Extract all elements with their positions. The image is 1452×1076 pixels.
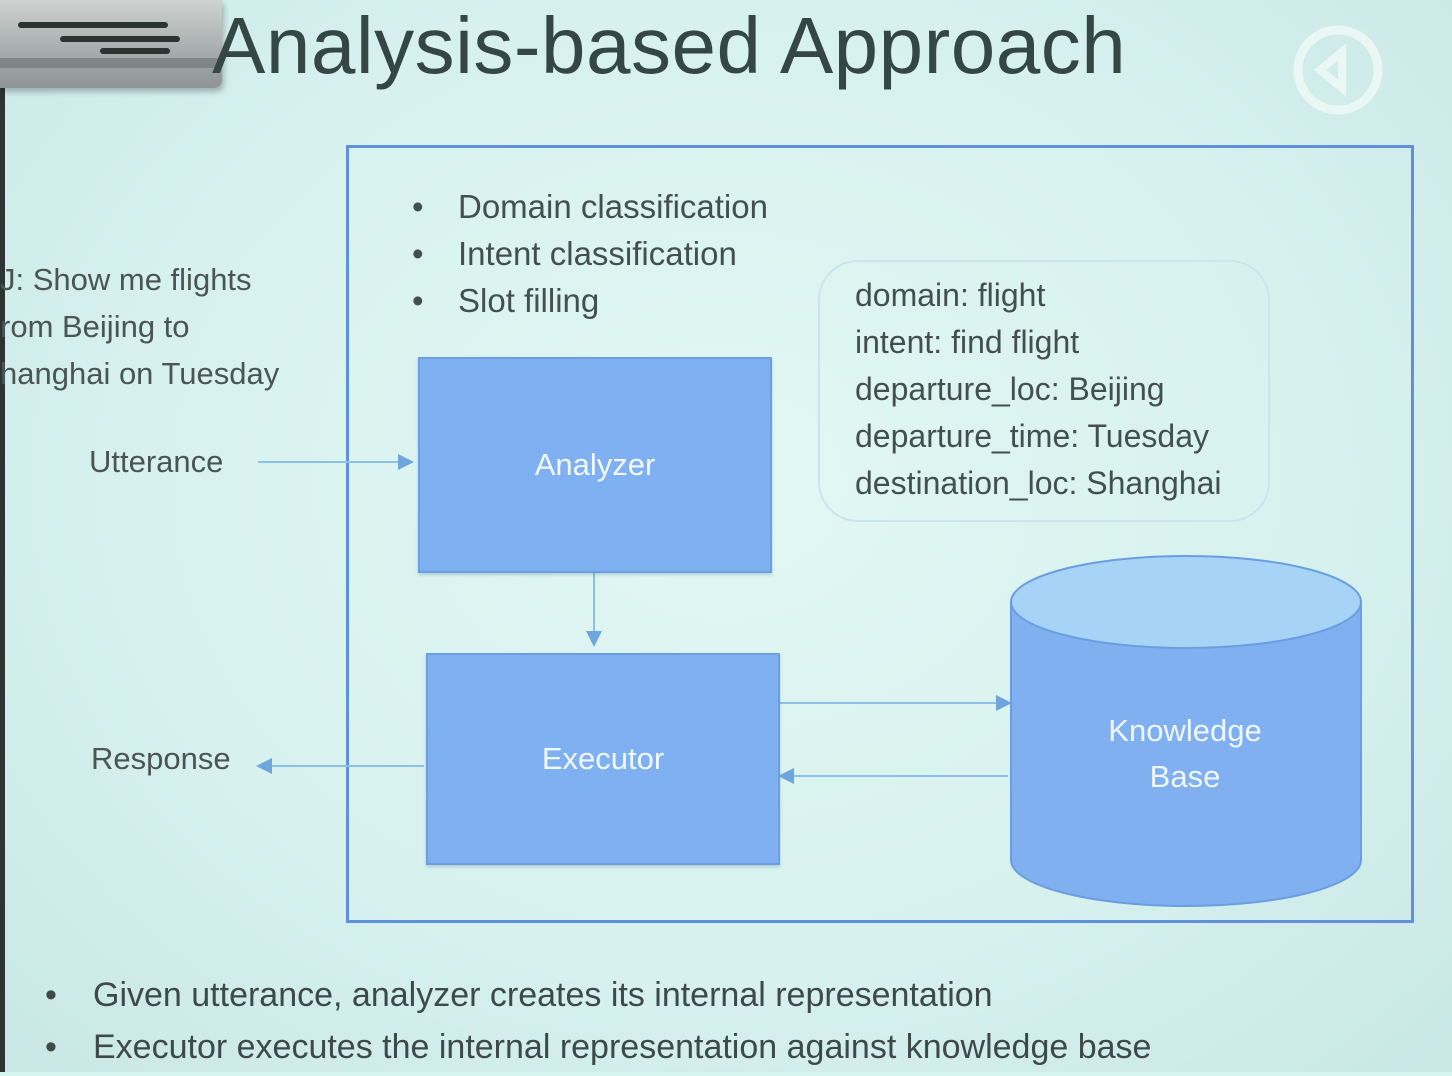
notes-list: Given utterance, analyzer creates its in…: [45, 972, 1151, 1076]
projector-strip: [0, 58, 222, 68]
user-query-line: hanghai on Tuesday: [0, 356, 280, 391]
user-query-line: J: Show me flights: [0, 262, 252, 297]
analyzer-label: Analyzer: [534, 447, 656, 482]
representation-line: departure_time: Tuesday: [855, 418, 1209, 454]
user-query-line: rom Beijing to: [0, 309, 190, 344]
representation-line: destination_loc: Shanghai: [855, 465, 1222, 501]
projector-cable: [18, 22, 168, 28]
note-item: Given utterance, analyzer creates its in…: [45, 972, 1151, 1024]
executor-box: Executor: [426, 653, 780, 865]
method-item: Slot filling: [412, 280, 768, 327]
knowledge-base-line: Knowledge: [1108, 713, 1262, 748]
page-title: Analysis-based Approach: [212, 1, 1127, 90]
representation-line: domain: flight: [855, 277, 1046, 313]
response-label: Response: [91, 741, 231, 776]
projector-cable: [60, 36, 180, 42]
representation-line: intent: find flight: [855, 324, 1080, 360]
note-item: Executor executes the internal represent…: [45, 1024, 1151, 1076]
method-item: Intent classification: [412, 233, 768, 280]
watermark-logo-icon: [1293, 25, 1383, 115]
knowledge-base-label: Knowledge Base: [1010, 708, 1360, 800]
method-item: Domain classification: [412, 186, 768, 233]
projector-cable: [100, 48, 170, 54]
analyzer-box: Analyzer: [418, 357, 772, 573]
executor-label: Executor: [541, 741, 665, 776]
representation-list: domain: flight intent: find flight depar…: [855, 272, 1222, 507]
projector-device: [0, 0, 222, 88]
screen-edge: [0, 0, 5, 1072]
method-list: Domain classification Intent classificat…: [412, 186, 768, 327]
knowledge-base-line: Base: [1149, 759, 1221, 794]
utterance-label: Utterance: [89, 444, 224, 479]
user-query: J: Show me flights rom Beijing to hangha…: [0, 256, 330, 397]
representation-line: departure_loc: Beijing: [855, 371, 1165, 407]
